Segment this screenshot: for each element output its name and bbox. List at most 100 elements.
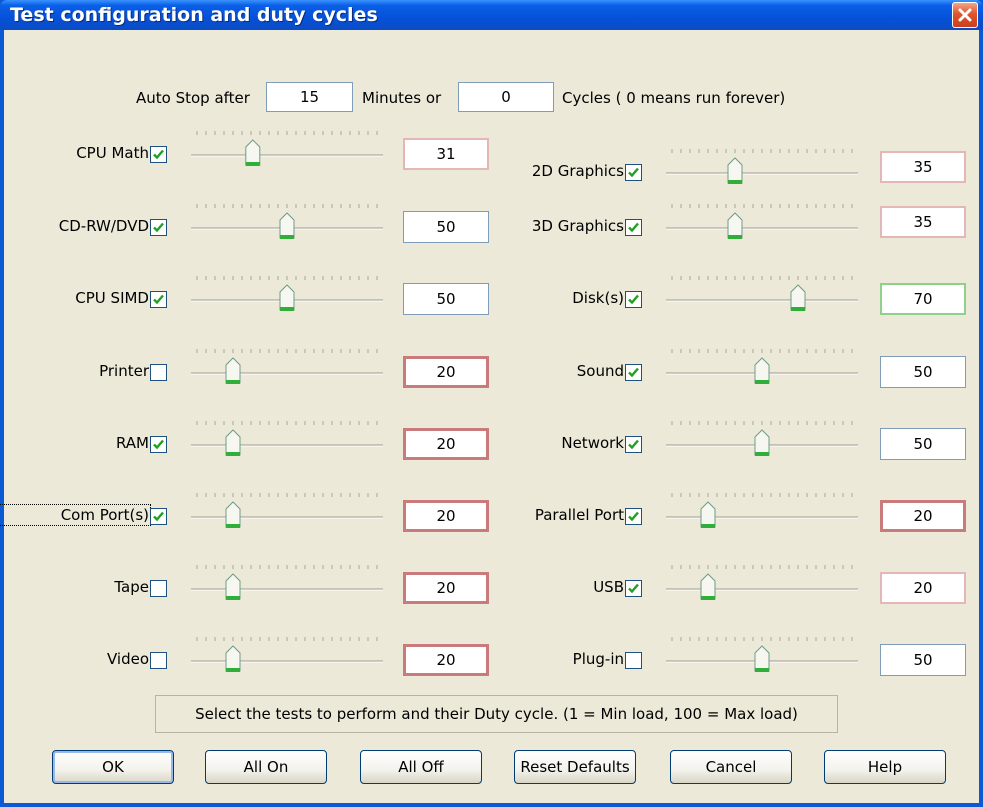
slider-thumb: [225, 501, 241, 528]
all-on-button[interactable]: All On: [205, 750, 327, 784]
cycles-label: Cycles ( 0 means run forever): [562, 89, 786, 107]
slider-thumb: [245, 139, 261, 166]
duty-slider[interactable]: [662, 347, 862, 397]
duty-value-box[interactable]: 50: [880, 356, 966, 388]
duty-value-box[interactable]: 20: [880, 500, 966, 532]
test-label: Printer: [99, 362, 149, 380]
duty-slider[interactable]: [187, 129, 387, 179]
test-checkbox[interactable]: [625, 508, 642, 525]
checkmark-icon: [153, 222, 164, 233]
test-checkbox[interactable]: [625, 580, 642, 597]
test-label: 3D Graphics: [531, 217, 624, 235]
test-checkbox[interactable]: [625, 164, 642, 181]
slider-thumb: [225, 645, 241, 672]
slider-thumb: [279, 212, 295, 239]
test-checkbox[interactable]: [625, 291, 642, 308]
duty-slider[interactable]: [662, 274, 862, 324]
test-label: RAM: [115, 434, 149, 452]
test-checkbox[interactable]: [150, 580, 167, 597]
duty-slider[interactable]: [187, 563, 387, 613]
duty-value-box[interactable]: 35: [880, 151, 966, 183]
autostop-label: Auto Stop after: [136, 89, 250, 107]
duty-slider[interactable]: [187, 347, 387, 397]
checkmark-icon: [628, 294, 639, 305]
duty-value-box[interactable]: 70: [880, 283, 966, 315]
slider-thumb: [225, 429, 241, 456]
test-label: Disk(s): [572, 289, 624, 307]
duty-value-box[interactable]: 50: [880, 644, 966, 676]
cancel-button[interactable]: Cancel: [670, 750, 792, 784]
slider-thumb: [754, 357, 770, 384]
slider-thumb: [754, 645, 770, 672]
test-checkbox[interactable]: [150, 652, 167, 669]
close-button[interactable]: [952, 2, 978, 28]
ok-button[interactable]: OK: [52, 750, 174, 784]
test-checkbox[interactable]: [625, 436, 642, 453]
duty-slider[interactable]: [662, 419, 862, 469]
test-checkbox[interactable]: [625, 219, 642, 236]
duty-value-box[interactable]: 35: [880, 206, 966, 238]
checkmark-icon: [628, 511, 639, 522]
test-checkbox[interactable]: [150, 508, 167, 525]
test-label: CPU Math: [76, 144, 149, 162]
window-title: Test configuration and duty cycles: [10, 4, 378, 26]
test-label: Sound: [576, 362, 624, 380]
slider-thumb: [754, 429, 770, 456]
test-checkbox[interactable]: [150, 364, 167, 381]
test-checkbox[interactable]: [150, 219, 167, 236]
checkmark-icon: [628, 439, 639, 450]
checkmark-icon: [628, 167, 639, 178]
duty-slider[interactable]: [187, 274, 387, 324]
checkmark-icon: [628, 222, 639, 233]
test-checkbox[interactable]: [150, 291, 167, 308]
duty-slider[interactable]: [662, 635, 862, 685]
minutes-input[interactable]: 15: [266, 82, 353, 112]
test-checkbox[interactable]: [150, 146, 167, 163]
duty-slider[interactable]: [187, 491, 387, 541]
title-bar[interactable]: Test configuration and duty cycles: [0, 0, 983, 30]
slider-thumb: [225, 357, 241, 384]
duty-value-box[interactable]: 20: [880, 572, 966, 604]
cycles-input[interactable]: 0: [458, 82, 554, 112]
test-label: Tape: [114, 578, 149, 596]
test-checkbox[interactable]: [625, 652, 642, 669]
test-label: Parallel Port: [534, 506, 624, 524]
slider-thumb: [700, 573, 716, 600]
status-hint: Select the tests to perform and their Du…: [155, 695, 838, 733]
reset-defaults-button[interactable]: Reset Defaults: [514, 750, 636, 784]
checkmark-icon: [628, 367, 639, 378]
test-label: USB: [593, 578, 624, 596]
duty-slider[interactable]: [187, 635, 387, 685]
duty-slider[interactable]: [662, 563, 862, 613]
dialog-window: Test configuration and duty cycles Auto …: [0, 0, 983, 807]
duty-slider[interactable]: [187, 419, 387, 469]
test-label: Plug-in: [572, 650, 624, 668]
slider-thumb: [700, 501, 716, 528]
test-checkbox[interactable]: [625, 364, 642, 381]
duty-value-box[interactable]: 50: [880, 428, 966, 460]
test-label: CPU SIMD: [75, 289, 149, 307]
test-label: Network: [561, 434, 624, 452]
test-label: Video: [106, 650, 149, 668]
duty-slider[interactable]: [662, 147, 862, 197]
dialog-body: Auto Stop after 15 Minutes or 0 Cycles (…: [0, 30, 979, 803]
test-label: CD-RW/DVD: [58, 217, 149, 235]
checkmark-icon: [153, 294, 164, 305]
close-icon: [958, 8, 972, 22]
all-off-button[interactable]: All Off: [360, 750, 482, 784]
slider-thumb: [790, 284, 806, 311]
duty-slider[interactable]: [662, 202, 862, 252]
test-checkbox[interactable]: [150, 436, 167, 453]
duty-slider[interactable]: [662, 491, 862, 541]
checkmark-icon: [153, 149, 164, 160]
test-label: 2D Graphics: [531, 162, 624, 180]
help-button[interactable]: Help: [824, 750, 946, 784]
checkmark-icon: [153, 439, 164, 450]
checkmark-icon: [628, 583, 639, 594]
duty-slider[interactable]: [187, 202, 387, 252]
minutes-label: Minutes or: [362, 89, 442, 107]
slider-thumb: [727, 157, 743, 184]
slider-thumb: [727, 212, 743, 239]
checkmark-icon: [153, 511, 164, 522]
slider-thumb: [279, 284, 295, 311]
